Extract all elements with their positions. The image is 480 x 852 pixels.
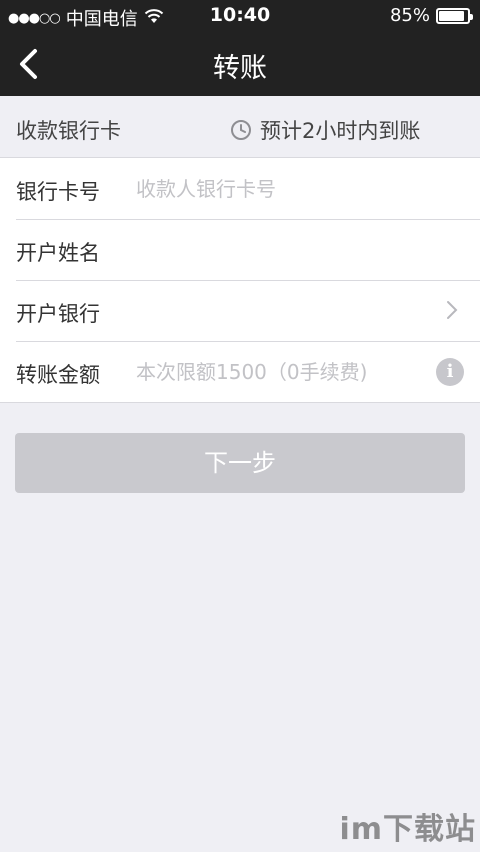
watermark-logo: im下载站 bbox=[339, 812, 476, 847]
amount-label: 转账金额 bbox=[16, 363, 100, 387]
card-number-label: 银行卡号 bbox=[16, 180, 100, 204]
bank-select-row[interactable]: 开户银行 bbox=[0, 280, 480, 341]
amount-row: 转账金额 i bbox=[0, 341, 480, 402]
battery-percent: 85% bbox=[389, 5, 430, 26]
bank-label: 开户银行 bbox=[16, 302, 100, 326]
card-number-input[interactable] bbox=[136, 174, 426, 204]
top-bar: ●●●○○ 中国电信 10:40 85% 转账 bbox=[0, 0, 480, 96]
info-icon[interactable]: i bbox=[436, 358, 464, 386]
chevron-right-icon bbox=[447, 301, 458, 319]
payee-card-label: 收款银行卡 bbox=[16, 119, 121, 143]
amount-input[interactable] bbox=[136, 357, 426, 387]
page-title: 转账 bbox=[213, 53, 267, 84]
battery-icon bbox=[436, 7, 473, 24]
payee-card-header: 收款银行卡 预计2小时内到账 bbox=[0, 96, 480, 158]
clock-icon bbox=[231, 120, 251, 140]
transfer-form: 银行卡号 开户姓名 开户银行 转账金额 i bbox=[0, 158, 480, 403]
next-step-button[interactable]: 下一步 bbox=[15, 433, 465, 493]
account-name-row: 开户姓名 bbox=[0, 219, 480, 280]
account-name-input[interactable] bbox=[136, 235, 426, 265]
status-bar: ●●●○○ 中国电信 10:40 85% bbox=[0, 0, 480, 32]
card-number-row: 银行卡号 bbox=[0, 158, 480, 219]
nav-bar: 转账 bbox=[0, 32, 480, 96]
account-name-label: 开户姓名 bbox=[16, 241, 100, 265]
arrival-estimate-text: 预计2小时内到账 bbox=[260, 119, 421, 143]
arrival-estimate: 预计2小时内到账 bbox=[230, 115, 420, 145]
